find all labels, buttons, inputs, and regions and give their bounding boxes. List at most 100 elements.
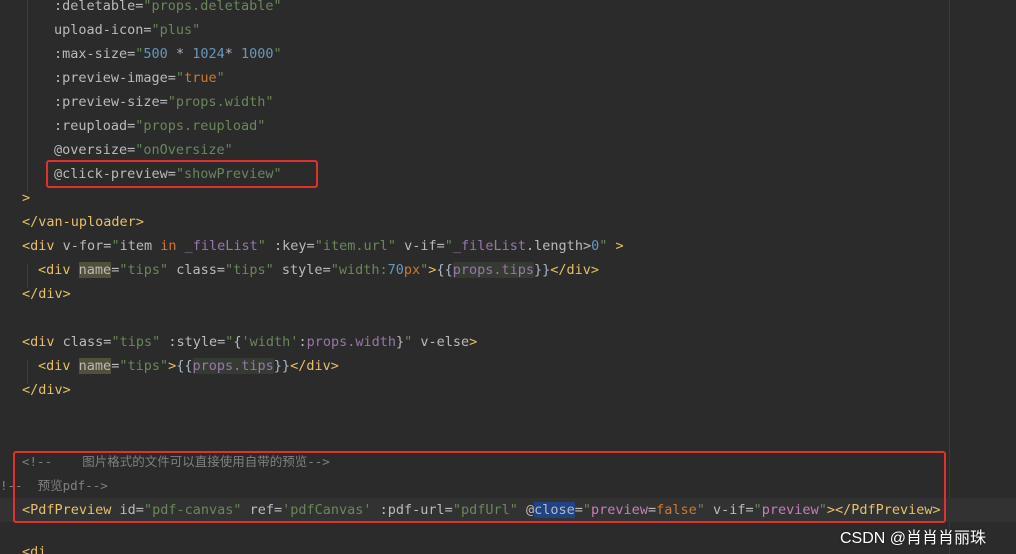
interpolation: props.tips bbox=[192, 358, 274, 374]
attr-value: "tips" bbox=[119, 358, 169, 374]
tag-bracket: < bbox=[22, 502, 31, 518]
variable: _fileList bbox=[184, 238, 258, 254]
tag-bracket: > bbox=[62, 382, 71, 398]
tag-bracket: < bbox=[22, 334, 31, 350]
code-editor[interactable]: :deletable="props.deletable" upload-icon… bbox=[0, 0, 1016, 554]
quote: " bbox=[818, 502, 827, 518]
code-line[interactable]: :preview-size="props.width" bbox=[54, 90, 273, 114]
number: 1000 bbox=[240, 46, 274, 62]
quote: " bbox=[696, 502, 705, 518]
code-line[interactable]: :preview-image="true" bbox=[54, 66, 225, 90]
tag-bracket: </ bbox=[22, 382, 39, 398]
attr-name: style= bbox=[273, 262, 331, 278]
tag-bracket: </ bbox=[22, 214, 39, 230]
code-line[interactable]: :deletable="props.deletable" bbox=[54, 0, 282, 18]
keyword: false bbox=[656, 502, 697, 518]
attr-name: :preview-size= bbox=[54, 94, 168, 110]
tag-name: div bbox=[38, 286, 63, 302]
tag-name: div bbox=[306, 358, 331, 374]
interpolation: props.tips bbox=[452, 262, 534, 278]
attr-name: @click-preview= bbox=[54, 166, 176, 182]
attr-name: :pdf-url= bbox=[371, 502, 453, 518]
tag-name: div bbox=[46, 358, 71, 374]
tag-bracket: < bbox=[38, 262, 47, 278]
quote: " bbox=[273, 46, 282, 62]
attr-name: class= bbox=[54, 334, 112, 350]
attr-value: "tips" bbox=[111, 334, 161, 350]
keyword: true bbox=[184, 70, 217, 86]
attr-name: :preview-image= bbox=[54, 70, 176, 86]
attr-name: ref= bbox=[241, 502, 283, 518]
tag-bracket: </ bbox=[550, 262, 567, 278]
css-unit: px bbox=[403, 262, 421, 278]
operator: * bbox=[224, 46, 241, 62]
tag-name: div bbox=[30, 334, 55, 350]
variable: preview bbox=[761, 502, 819, 518]
keyword: in bbox=[152, 238, 185, 254]
attr-value: "pdfUrl" bbox=[452, 502, 518, 518]
brace: { bbox=[233, 334, 242, 350]
code-line[interactable]: <div name="tips" class="tips" style="wid… bbox=[38, 258, 599, 282]
tag-bracket: </ bbox=[22, 286, 39, 302]
code-line[interactable]: <div name="tips">{{props.tips}}</div> bbox=[38, 354, 339, 378]
attr-value: "plus" bbox=[151, 22, 201, 38]
attr-name: :reupload= bbox=[54, 118, 136, 134]
tag-bracket: > bbox=[932, 502, 941, 518]
quote: " bbox=[330, 262, 339, 278]
code-line[interactable]: <di bbox=[22, 540, 46, 554]
number: 1024 bbox=[192, 46, 225, 62]
css-property: width: bbox=[338, 262, 388, 278]
operator: * bbox=[167, 46, 193, 62]
tag-name: div bbox=[46, 262, 71, 278]
number: 0 bbox=[591, 238, 600, 254]
code-comment[interactable]: <!-- 图片格式的文件可以直接使用自带的预览--> bbox=[22, 450, 330, 474]
code-line[interactable]: @oversize="onOversize" bbox=[54, 138, 233, 162]
attr-name: :max-size= bbox=[54, 46, 136, 62]
code-line[interactable]: </van-uploader> bbox=[22, 210, 144, 234]
attr-value: "props.width" bbox=[167, 94, 274, 110]
tag-bracket: > bbox=[469, 334, 478, 350]
code-line[interactable]: <PdfPreview id="pdf-canvas" ref='pdfCanv… bbox=[22, 498, 941, 522]
right-margin-guide bbox=[949, 0, 950, 554]
event-name: close bbox=[534, 502, 575, 518]
code-line[interactable]: <div v-for="item in _fileList" :key="ite… bbox=[22, 234, 624, 258]
code-line[interactable]: :max-size="500 * 1024* 1000" bbox=[54, 42, 282, 66]
watermark: CSDN @肖肖肖丽珠 bbox=[840, 530, 987, 547]
attr-name: name bbox=[78, 262, 112, 278]
code-comment[interactable]: !-- 预览pdf--> bbox=[0, 474, 108, 498]
variable: props.width bbox=[306, 334, 396, 350]
tag-name: PdfPreview bbox=[851, 502, 933, 518]
code-line[interactable]: > bbox=[22, 186, 30, 210]
attr-name: v-else bbox=[412, 334, 470, 350]
quote: " bbox=[582, 502, 592, 518]
attr-value: "onOversize" bbox=[135, 142, 233, 158]
string-key: 'width' bbox=[241, 334, 299, 350]
attr-name: class= bbox=[168, 262, 226, 278]
tag-bracket: </ bbox=[834, 502, 852, 518]
interpolation-close: }} bbox=[533, 262, 551, 278]
interpolation-open: {{ bbox=[176, 358, 193, 374]
tag-bracket: > bbox=[826, 502, 835, 518]
variable: _fileList bbox=[452, 238, 527, 254]
tag-bracket: > bbox=[62, 286, 71, 302]
code-line[interactable]: </div> bbox=[22, 282, 71, 306]
code-line[interactable]: <div class="tips" :style="{'width':props… bbox=[22, 330, 477, 354]
code-line[interactable]: @click-preview="showPreview" bbox=[54, 162, 282, 186]
code-line[interactable]: :reupload="props.reupload" bbox=[54, 114, 265, 138]
quote: " bbox=[175, 70, 185, 86]
quote: " bbox=[444, 238, 453, 254]
attr-name: upload-icon= bbox=[54, 22, 152, 38]
attr-value: "showPreview" bbox=[175, 166, 282, 182]
code-line[interactable]: upload-icon="plus" bbox=[54, 18, 200, 42]
code-line[interactable]: </div> bbox=[22, 378, 71, 402]
tag-bracket: < bbox=[22, 238, 31, 254]
tag-name: div bbox=[38, 382, 63, 398]
quote: " bbox=[111, 238, 120, 254]
tag-bracket: > bbox=[22, 190, 31, 206]
attr-value: "props.deletable" bbox=[143, 0, 282, 14]
attr-name: v-if= bbox=[395, 238, 445, 254]
attr-name: name bbox=[78, 358, 112, 374]
tag-bracket: > bbox=[590, 262, 600, 278]
